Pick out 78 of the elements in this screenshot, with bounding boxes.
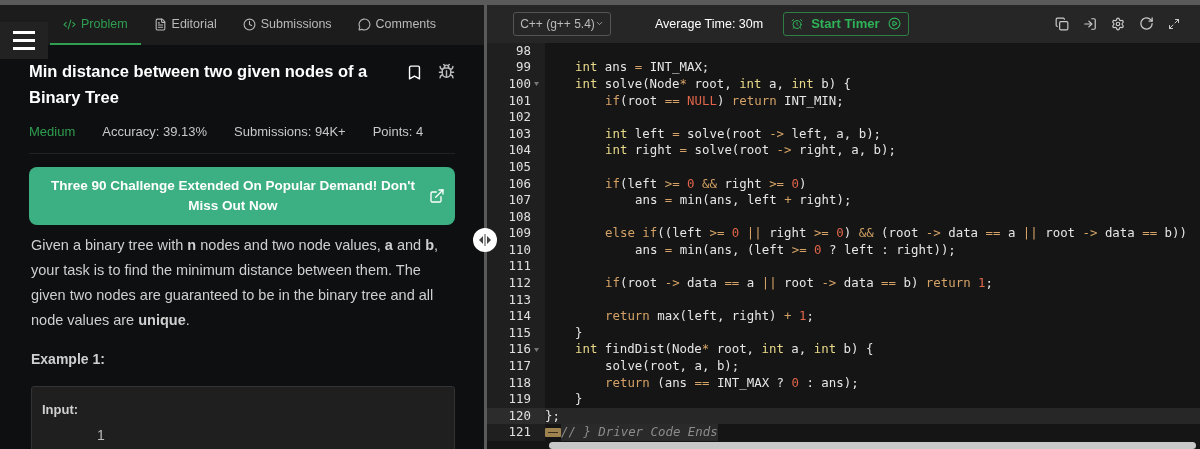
code-line: solve(root, a, b);: [605, 358, 740, 375]
code-line: if(root -> data == a || root -> data == b) return 1;: [605, 275, 993, 292]
code-line: ans = min(ans, (left >= 0 ? left : right));: [635, 241, 956, 259]
chat-icon: [357, 17, 371, 31]
input-value: 1: [96, 426, 106, 445]
code-line: return max(left, right) + 1;: [605, 308, 814, 325]
code-icon: [63, 17, 76, 31]
code-comment: // } Driver Code Ends: [561, 424, 718, 441]
fold-caret-icon[interactable]: [533, 82, 539, 87]
example-heading: Example 1:: [30, 349, 106, 369]
line-number: 105: [508, 158, 531, 176]
line-number: 119: [508, 391, 531, 408]
horizontal-scrollbar[interactable]: [549, 442, 1196, 449]
line-number: 106: [508, 175, 531, 193]
line-number: 103: [508, 125, 531, 143]
problem-description: Given a binary tree with n nodes and two node values, a and b, your task is to find the minimum distance between them. The given two nodes are guaranteed to be in the binary tree and all node values are unique.: [30, 235, 440, 330]
line-number: 116: [508, 341, 531, 359]
code-line: int left = solve(root -> left, a, b);: [605, 125, 882, 143]
code-line: }: [575, 324, 583, 342]
alarm-clock-icon: [791, 17, 804, 30]
copy-icon[interactable]: [1055, 16, 1069, 31]
line-number: 102: [508, 109, 531, 126]
line-number: 107: [508, 192, 531, 209]
line-number: 115: [508, 324, 531, 342]
code-line: else if((left >= 0 || right >= 0) && (root -> data == a || root -> data == b)): [605, 225, 1187, 242]
settings-icon[interactable]: [1111, 16, 1125, 31]
problem-title: Min distance between two given nodes of a Binary Tree: [29, 61, 369, 108]
code-line: if(root == NULL) return INT_MIN;: [605, 92, 844, 110]
code-line: };: [545, 407, 560, 425]
import-icon[interactable]: [1083, 16, 1097, 31]
split-arrows-icon: [478, 234, 492, 246]
submissions-count: Submissions: 94K+: [234, 123, 346, 141]
line-number: 111: [508, 258, 531, 276]
line-number: 100: [508, 75, 531, 93]
code-line: int solve(Node* root, int a, int b) {: [575, 75, 852, 93]
line-number: 104: [508, 142, 531, 159]
line-number: 99: [516, 59, 531, 76]
average-time: Average Time: 30m: [655, 15, 764, 33]
code-line: int ans = INT_MAX;: [575, 59, 710, 76]
menu-button[interactable]: [0, 22, 48, 59]
clock-icon: [242, 17, 256, 31]
line-number: 113: [508, 291, 531, 309]
line-number: 121: [508, 424, 531, 441]
tab[interactable]: Editorial: [140, 5, 230, 45]
bug-icon[interactable]: [438, 63, 455, 80]
code-line: int right = solve(root -> right, a, b);: [605, 142, 896, 159]
line-number: 108: [508, 208, 531, 226]
play-icon: [887, 17, 901, 31]
line-number: 118: [508, 374, 531, 392]
line-number: 114: [508, 308, 531, 325]
line-number: 112: [508, 275, 531, 292]
code-line: if(left >= 0 && right >= 0): [605, 175, 807, 193]
refresh-icon[interactable]: [1139, 16, 1154, 32]
tab[interactable]: Comments: [344, 5, 450, 45]
bookmark-icon[interactable]: [406, 64, 423, 81]
expand-icon[interactable]: [1168, 17, 1180, 30]
fold-marker-icon[interactable]: [545, 428, 561, 438]
code-line: return (ans == INT_MAX ? 0 : ans);: [605, 374, 859, 392]
points-text: Points: 4: [372, 123, 424, 141]
document-icon: [153, 17, 167, 31]
accuracy-text: Accuracy: 39.13%: [102, 123, 208, 141]
tab[interactable]: Submissions: [229, 5, 345, 45]
difficulty-label: Medium: [29, 123, 76, 141]
line-number: 98: [516, 42, 531, 60]
input-label: Input:: [42, 400, 80, 419]
start-timer-button[interactable]: Start Timer: [783, 11, 909, 36]
fold-caret-icon[interactable]: [533, 347, 539, 352]
line-number: 109: [508, 225, 531, 242]
tab[interactable]: Problem: [50, 5, 141, 45]
line-number: 120: [508, 407, 531, 425]
line-number: 110: [508, 241, 531, 259]
code-line: int findDist(Node* root, int a, int b) {: [575, 341, 874, 359]
language-select[interactable]: C++ (g++ 5.4): [513, 11, 611, 36]
code-line: ans = min(ans, left + right);: [635, 192, 852, 209]
code-line: }: [575, 391, 583, 408]
line-number: 101: [508, 92, 531, 110]
external-link-icon: [429, 187, 445, 204]
line-number: 117: [508, 358, 531, 375]
